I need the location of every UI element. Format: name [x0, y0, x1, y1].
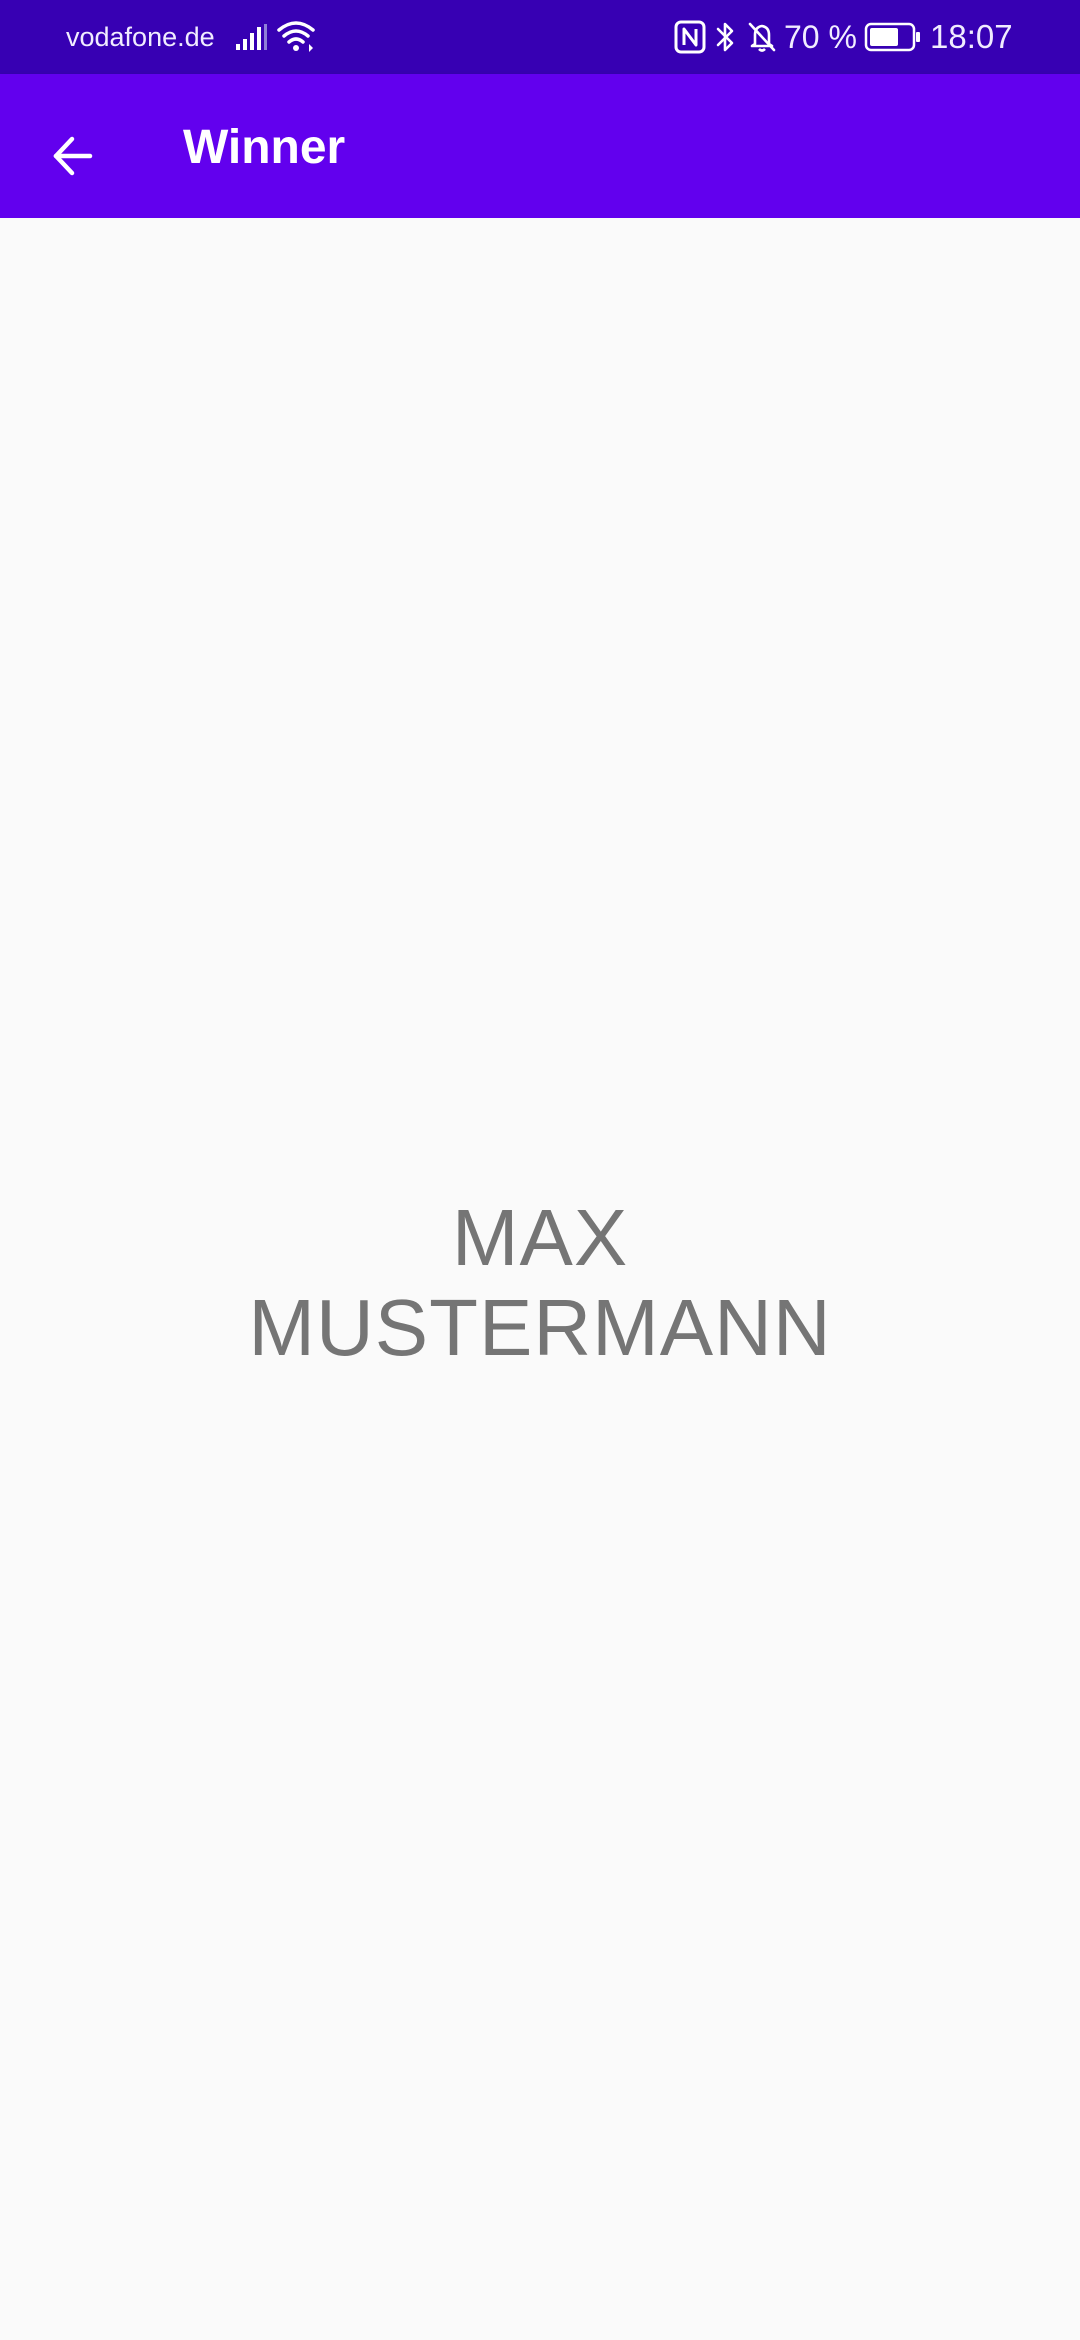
bell-off-icon [748, 22, 776, 52]
status-bar: vodafone.de 70 % 18:07 [0, 0, 1080, 74]
winner-last-name: MUSTERMANN [248, 1283, 832, 1372]
battery-icon [864, 22, 920, 52]
main-content: MAX MUSTERMANN [0, 218, 1080, 2340]
bluetooth-icon [716, 22, 734, 52]
battery-percent: 70 % [784, 19, 857, 55]
winner-first-name: MAX [451, 1193, 629, 1282]
signal-icon [236, 24, 267, 50]
wifi-icon [277, 21, 315, 52]
arrow-back-icon [53, 136, 93, 176]
winner-name: MAX MUSTERMANN [0, 1193, 1080, 1373]
nfc-icon [674, 20, 706, 54]
back-button[interactable] [30, 114, 114, 198]
carrier-name: vodafone.de [66, 22, 215, 52]
clock: 18:07 [930, 18, 1013, 55]
app-bar: Winner [0, 74, 1080, 218]
page-title: Winner [183, 121, 346, 174]
